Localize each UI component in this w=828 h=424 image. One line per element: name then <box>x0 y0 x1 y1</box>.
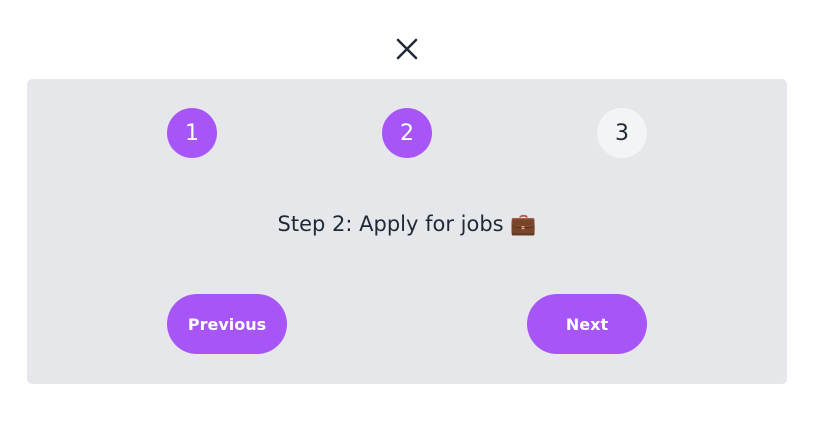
step-title: Step 2: Apply for jobs 💼 <box>277 212 537 236</box>
step-2-indicator[interactable]: 2 <box>382 108 432 158</box>
step-1-indicator[interactable]: 1 <box>167 108 217 158</box>
close-icon <box>396 38 418 60</box>
close-button[interactable] <box>395 37 419 61</box>
stepper-dialog: 1 2 3 Step 2: Apply for jobs 💼 Previous … <box>0 0 828 424</box>
stepper-panel: 1 2 3 Step 2: Apply for jobs 💼 Previous … <box>27 79 787 384</box>
step-3-indicator[interactable]: 3 <box>597 108 647 158</box>
next-button[interactable]: Next <box>527 294 647 354</box>
previous-button[interactable]: Previous <box>167 294 287 354</box>
